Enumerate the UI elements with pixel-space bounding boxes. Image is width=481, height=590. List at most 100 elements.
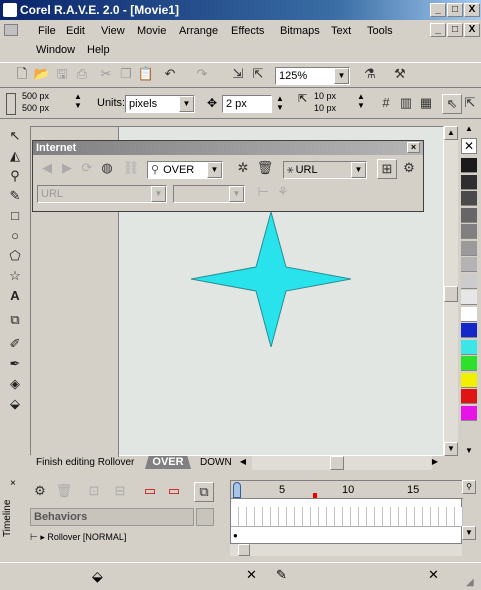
eyedropper-tool-icon[interactable]: ✐: [5, 334, 25, 354]
star-outline[interactable]: [191, 212, 351, 347]
timeline-scroll-down-icon[interactable]: ▼: [462, 526, 476, 540]
no-fill-swatch[interactable]: ✕: [461, 138, 477, 154]
edit-rollover-icon[interactable]: ✲: [233, 159, 253, 179]
chevron-down-icon[interactable]: ▼: [351, 162, 366, 178]
menu-window[interactable]: Window: [36, 41, 75, 59]
chevron-down-icon[interactable]: ▼: [179, 96, 194, 112]
redo-icon[interactable]: ↷: [192, 65, 212, 85]
color-swatch[interactable]: [461, 389, 477, 404]
snap-grid-icon[interactable]: #: [376, 94, 396, 114]
tree-expand-icon[interactable]: ⊢ ▸: [30, 532, 47, 542]
options-icon[interactable]: ⇖: [442, 94, 462, 114]
behaviors-collapse-button[interactable]: [196, 508, 214, 526]
close-button[interactable]: X: [464, 3, 480, 17]
resize-grip-icon[interactable]: ◢: [466, 577, 474, 588]
keyframe-remove-icon[interactable]: ⊟: [110, 482, 130, 502]
tab-over[interactable]: OVER: [145, 456, 191, 469]
tab-finish-editing[interactable]: Finish editing Rollover: [36, 457, 134, 468]
menu-view[interactable]: View: [101, 22, 125, 40]
delete-behavior-icon[interactable]: 🗑: [54, 482, 74, 502]
menu-effects[interactable]: Effects: [231, 22, 264, 40]
dup-x-field[interactable]: 10 px: [314, 91, 336, 101]
snap-objects-icon[interactable]: ▦: [416, 94, 436, 114]
pen-status-icon[interactable]: ✎: [276, 567, 287, 583]
keyframe-icon[interactable]: ⊡: [84, 482, 104, 502]
import-icon[interactable]: ⇲: [228, 65, 248, 85]
chevron-down-icon[interactable]: ▼: [151, 186, 166, 202]
interactive-fill-icon[interactable]: ⬙: [5, 394, 25, 414]
color-swatch[interactable]: [461, 207, 477, 223]
corel-online-icon[interactable]: ⚒: [390, 65, 410, 85]
star-tool-icon[interactable]: ☆: [5, 266, 25, 286]
timeline-hscrollbar[interactable]: [230, 544, 462, 556]
dup-spinner[interactable]: ▲ ▼: [357, 92, 365, 110]
frame-cells[interactable]: [231, 507, 463, 527]
scroll-up-icon[interactable]: ▲: [444, 126, 458, 140]
star-shape[interactable]: [191, 212, 351, 347]
bookmark-icon[interactable]: ⊢: [253, 183, 273, 203]
timeline-row[interactable]: ⊢ ▸ Rollover [NORMAL]: [30, 532, 210, 544]
tween-icon[interactable]: ▭: [140, 482, 160, 502]
scroll-right-icon[interactable]: ▶: [428, 456, 442, 470]
tween-remove-icon[interactable]: ▭: [164, 482, 184, 502]
export-icon[interactable]: ⇱: [248, 65, 268, 85]
vertical-scrollbar[interactable]: ▲ ▼: [444, 126, 458, 456]
doc-restore-button[interactable]: □: [447, 23, 463, 37]
size-spinner[interactable]: ▲ ▼: [74, 92, 82, 110]
color-swatch[interactable]: [461, 174, 477, 190]
target-frame-combo[interactable]: ▼: [173, 185, 245, 203]
open-icon[interactable]: 📂: [32, 65, 52, 85]
layers-icon[interactable]: ⧉: [194, 482, 214, 502]
freehand-tool-icon[interactable]: ✎: [5, 186, 25, 206]
outline-tool-icon[interactable]: ✒: [5, 354, 25, 374]
outline-status-icon[interactable]: ✕: [246, 567, 257, 583]
application-launcher-icon[interactable]: ⚗: [360, 65, 380, 85]
color-swatch[interactable]: [461, 306, 477, 322]
dup-y-field[interactable]: 10 px: [314, 103, 336, 113]
fill-status-icon[interactable]: ⬙: [92, 568, 103, 585]
end-marker[interactable]: [313, 493, 317, 498]
rectangle-tool-icon[interactable]: □: [5, 206, 25, 226]
doc-close-button[interactable]: X: [464, 23, 480, 37]
cut-icon[interactable]: ✂: [96, 65, 116, 85]
internet-toolbar-close-icon[interactable]: ×: [407, 142, 420, 153]
save-icon[interactable]: 🖫: [52, 65, 72, 85]
delete-rollover-icon[interactable]: 🗑: [255, 159, 275, 179]
zoom-tool-icon[interactable]: ⚲: [5, 166, 25, 186]
horizontal-scrollbar[interactable]: [252, 456, 432, 470]
color-swatch[interactable]: [461, 405, 477, 421]
color-swatch[interactable]: [461, 191, 477, 206]
print-icon[interactable]: ⎙: [72, 65, 92, 85]
vertical-scroll-thumb[interactable]: [444, 286, 458, 302]
menu-arrange[interactable]: Arrange: [179, 22, 218, 40]
chevron-down-icon[interactable]: ▼: [334, 68, 349, 84]
document-icon[interactable]: [4, 24, 18, 36]
horizontal-scroll-thumb[interactable]: [330, 456, 344, 470]
refresh-icon[interactable]: ⟳: [77, 159, 97, 179]
shape-tool-icon[interactable]: ◭: [5, 146, 25, 166]
pick-tool-icon[interactable]: ↖: [5, 126, 25, 146]
chevron-down-icon[interactable]: ▼: [229, 186, 244, 202]
maximize-button[interactable]: □: [447, 3, 463, 17]
color-swatch[interactable]: [461, 158, 477, 173]
color-swatch[interactable]: [461, 356, 477, 371]
timeline-close-icon[interactable]: ×: [10, 478, 16, 489]
menu-file[interactable]: File: [38, 22, 56, 40]
back-icon[interactable]: ◀: [37, 159, 57, 179]
rollover-state-combo[interactable]: ⚲ OVER ▼: [147, 161, 223, 179]
globe-icon[interactable]: ◍: [97, 159, 117, 179]
color-swatch[interactable]: [461, 240, 477, 256]
doc-minimize-button[interactable]: _: [430, 23, 446, 37]
treat-as-filled-icon[interactable]: ⇱: [460, 94, 480, 114]
url-field[interactable]: URL ▼: [37, 185, 167, 203]
page-width-field[interactable]: 500 px: [22, 91, 49, 101]
forward-icon[interactable]: ▶: [57, 159, 77, 179]
nudge-spinner[interactable]: ▲ ▼: [276, 94, 284, 112]
page-height-field[interactable]: 500 px: [22, 103, 49, 113]
url-type-combo[interactable]: ⚹ URL ▼: [283, 161, 367, 179]
palette-scroll-down-icon[interactable]: ▼: [461, 446, 477, 458]
copy-icon[interactable]: ❐: [116, 65, 136, 85]
color-swatch[interactable]: [461, 290, 477, 305]
menu-bitmaps[interactable]: Bitmaps: [280, 22, 320, 40]
zoom-level-combo[interactable]: 125% ▼: [275, 67, 350, 85]
